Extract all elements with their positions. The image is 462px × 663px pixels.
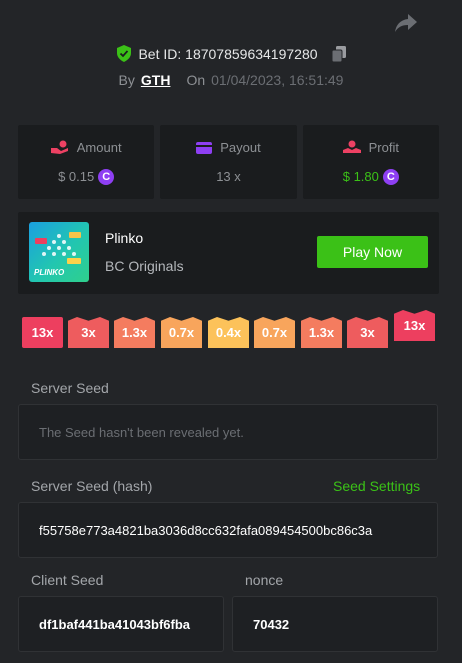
amount-label: Amount — [76, 139, 122, 155]
bet-meta-row: By GTH On 01/04/2023, 16:51:49 — [0, 72, 462, 88]
stat-payout: Payout 13 x — [160, 125, 297, 199]
coin-icon: C — [98, 168, 115, 185]
nonce-field[interactable]: 70432 — [232, 596, 438, 652]
amount-value: $ 0.15 — [58, 169, 95, 184]
profit-value: $ 1.80 — [342, 169, 379, 184]
stat-amount: Amount $ 0.15 C — [18, 125, 155, 199]
bet-id-row: Bet ID: 18707859634197280 — [0, 45, 462, 62]
server-seed-field[interactable]: The Seed hasn't been revealed yet. — [18, 404, 438, 460]
verified-shield-icon — [117, 45, 132, 62]
payout-label: Payout — [220, 140, 261, 155]
server-seed-hash-label: Server Seed (hash) — [31, 478, 153, 494]
share-icon[interactable] — [394, 12, 418, 34]
bet-date: 01/04/2023, 16:51:49 — [211, 72, 344, 88]
game-thumbnail[interactable]: PLINKO — [29, 222, 89, 282]
bet-id: Bet ID: 18707859634197280 — [138, 45, 318, 62]
multiplier-slot: 1.3x — [301, 317, 342, 348]
coin-icon: C — [382, 168, 399, 185]
user-link[interactable]: GTH — [141, 72, 171, 88]
payout-value: 13 x — [216, 169, 241, 184]
nonce-label: nonce — [245, 572, 284, 588]
multiplier-slot: 0.7x — [161, 317, 202, 348]
profit-label: Profit — [368, 139, 399, 155]
thumbnail-label: PLINKO — [34, 268, 65, 277]
game-card: PLINKO Plinko BC Originals Play Now — [18, 212, 439, 294]
client-seed-field[interactable]: df1baf441ba41043bf6fba — [18, 596, 224, 652]
server-seed-hash-field[interactable]: f55758e773a4821ba3036d8cc632fafa08945450… — [18, 502, 438, 558]
server-seed-label: Server Seed — [31, 380, 109, 396]
client-seed-label: Client Seed — [31, 572, 104, 588]
multiplier-slot: 1.3x — [114, 317, 155, 348]
multiplier-slot: 0.7x — [254, 317, 295, 348]
multiplier-slot: 0.4x — [208, 317, 249, 348]
by-label: By — [118, 72, 135, 88]
multiplier-slot: 3x — [68, 317, 109, 348]
hand-coin-icon — [50, 140, 68, 154]
play-now-button[interactable]: Play Now — [317, 236, 428, 268]
multiplier-slot: 13x — [22, 317, 63, 348]
multiplier-slot: 3x — [347, 317, 388, 348]
seed-settings-link[interactable]: Seed Settings — [333, 478, 420, 494]
multiplier-row: 13x 3x 1.3x 0.7x 0.4x 0.7x 1.3x 3x 13x — [0, 310, 462, 350]
game-name: Plinko — [105, 230, 144, 246]
multiplier-slot-hit: 13x — [394, 310, 435, 341]
copy-icon[interactable] — [331, 45, 346, 62]
on-label: On — [186, 72, 206, 88]
profit-icon — [342, 140, 361, 153]
wallet-icon — [196, 141, 213, 154]
game-provider: BC Originals — [105, 258, 184, 274]
stat-profit: Profit $ 1.80 C — [302, 125, 439, 199]
bet-stats: Amount $ 0.15 C Payout 13 x Profit $ 1.8… — [18, 125, 439, 199]
